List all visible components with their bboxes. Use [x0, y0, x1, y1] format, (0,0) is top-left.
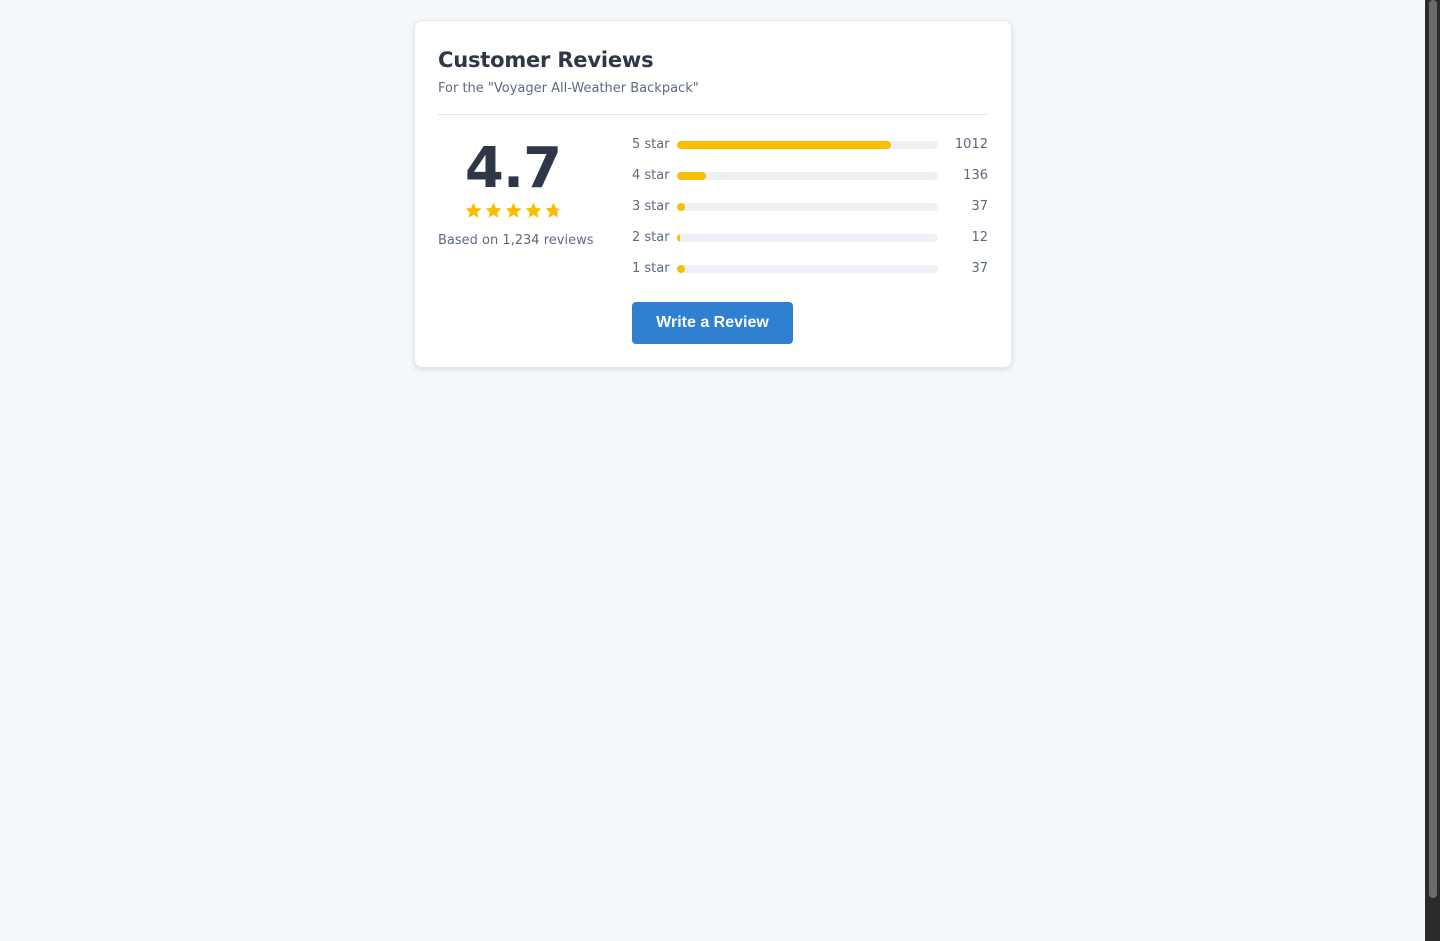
- rating-row-count: 37: [971, 199, 988, 214]
- rating-bar-track: [677, 234, 938, 242]
- star-half-icon: [545, 202, 561, 218]
- rating-bar-track: [677, 265, 938, 273]
- rating-summary: 4.7 Based on 1,234 reviews: [438, 136, 594, 249]
- star-icon: [505, 202, 521, 218]
- rating-row-label: 4 star: [632, 168, 670, 183]
- rating-row-2: 2 star 12: [632, 228, 988, 259]
- scrollbar-thumb[interactable]: [1429, 0, 1437, 898]
- reviews-title: Customer Reviews: [438, 48, 654, 72]
- rating-row-3: 3 star 37: [632, 197, 988, 228]
- rating-row-label: 1 star: [632, 261, 670, 276]
- rating-row-5: 5 star 1012: [632, 135, 988, 166]
- rating-row-count: 12: [971, 230, 988, 245]
- rating-bar-fill: [677, 234, 680, 242]
- rating-row-count: 37: [971, 261, 988, 276]
- divider: [438, 114, 988, 115]
- reviews-card: Customer Reviews For the "Voyager All-We…: [414, 20, 1012, 368]
- rating-row-1: 1 star 37: [632, 259, 988, 290]
- rating-row-count: 1012: [954, 137, 988, 152]
- rating-bar-fill: [677, 141, 892, 149]
- star-icon: [465, 202, 481, 218]
- rating-row-4: 4 star 136: [632, 166, 988, 197]
- rating-bar-fill: [677, 172, 706, 180]
- rating-row-label: 2 star: [632, 230, 670, 245]
- rating-bar-fill: [677, 265, 685, 273]
- rating-row-count: 136: [963, 168, 988, 183]
- star-icon: [485, 202, 501, 218]
- review-count-text: Based on 1,234 reviews: [438, 233, 594, 248]
- write-review-button[interactable]: Write a Review: [632, 302, 793, 344]
- rating-bar-track: [677, 203, 938, 211]
- product-subtitle: For the "Voyager All-Weather Backpack": [438, 81, 699, 96]
- rating-bar-track: [677, 172, 938, 180]
- rating-row-label: 3 star: [632, 199, 670, 214]
- rating-bar-fill: [677, 203, 685, 211]
- star-icon: [525, 202, 541, 218]
- rating-bar-track: [677, 141, 938, 149]
- vertical-scrollbar[interactable]: [1425, 0, 1440, 941]
- rating-breakdown: 5 star 1012 4 star 136 3 star 37 2 star: [632, 135, 988, 290]
- rating-row-label: 5 star: [632, 137, 670, 152]
- star-rating: [438, 201, 588, 223]
- average-rating: 4.7: [464, 136, 562, 201]
